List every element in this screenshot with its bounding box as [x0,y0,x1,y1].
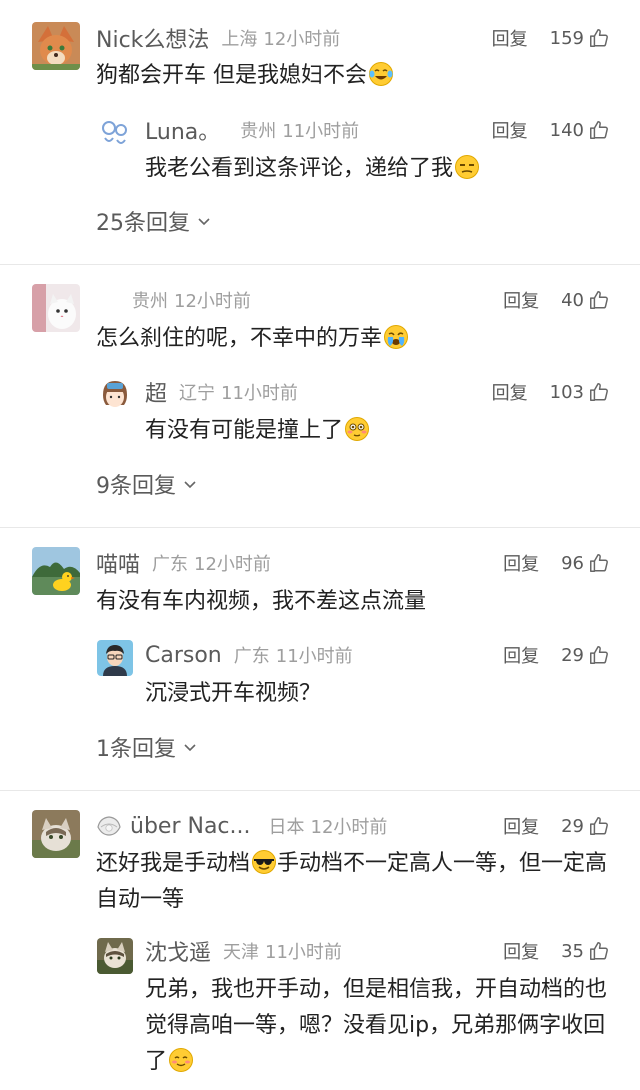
like-count: 159 [549,27,584,49]
reply-button[interactable]: 回复 [503,550,539,576]
location: 广东 [233,646,270,667]
reply-text: 我老公看到这条评论，递给了我 [145,151,610,187]
comment-text: 狗都会开车 但是我媳妇不会 [96,58,610,94]
reply-actions: 回复 140 [492,112,610,148]
timestamp: 11小时前 [265,942,342,963]
avatar[interactable] [32,547,80,595]
thread-divider [0,527,640,528]
timestamp: 11小时前 [275,646,353,667]
like-count: 29 [561,644,584,666]
sunglasses-face-emoji [251,849,277,875]
more-replies-label: 9条回复 [96,474,176,499]
reply-meta: Luna。 贵州 11小时前 [145,112,359,148]
like-count: 40 [561,289,584,311]
crying-face-emoji [383,324,409,350]
timestamp: 11小时前 [282,121,360,142]
avatar[interactable] [97,640,133,676]
reply-meta: 沈戈遥 天津 11小时前 [145,933,342,969]
comment-text: 还好我是手动档 手动档不一定高人一等，但一定高自动一等 [96,849,608,912]
thumbs-up-icon[interactable] [588,644,610,666]
flushed-face-emoji [344,416,370,442]
reply-text: 沉浸式开车视频？ [145,681,322,706]
reply-button[interactable]: 回复 [503,813,539,839]
avatar[interactable] [97,938,133,974]
timestamp: 12小时前 [263,29,341,50]
comment-actions: 回复 29 [503,808,610,844]
comment-meta: 贵州 12小时前 [96,282,251,318]
reply-actions: 回复 29 [503,637,610,673]
expand-replies-link[interactable]: 1条回复 [96,729,198,765]
shy-smile-emoji [168,1047,194,1073]
comment-meta: 喵喵 广东 12小时前 [96,545,271,581]
more-replies-label: 1条回复 [96,737,176,762]
comment-actions: 回复 159 [492,20,610,56]
comment-meta: über Nac... 日本 12小时前 [96,808,387,844]
comment-actions: 回复 40 [503,282,610,318]
avatar[interactable] [97,377,133,413]
reply-text: 兄弟，我也开手动，但是相信我，开自动档的也觉得高咱一等，嗯？没看见ip，兄弟那俩… [145,977,608,1074]
username[interactable]: 沈戈遥 [145,935,211,967]
thumbs-up-icon[interactable] [588,552,610,574]
location: 上海 [221,29,258,50]
username[interactable]: 超 [145,376,167,408]
thread-divider [0,790,640,791]
avatar[interactable] [32,22,80,70]
expand-replies-link[interactable]: 9条回复 [96,466,198,502]
oyster-icon [96,815,122,837]
thumbs-up-icon[interactable] [588,381,610,403]
username[interactable]: Luna。 [145,114,220,146]
reply-meta: Carson 广东 11小时前 [145,637,353,673]
location: 日本 [268,817,305,838]
timestamp: 11小时前 [221,383,298,404]
like-count: 140 [549,119,584,141]
comment-text: 有没有车内视频，我不差这点流量 [96,589,427,614]
thumbs-up-icon[interactable] [588,119,610,141]
chevron-down-icon [196,213,212,229]
thumbs-up-icon[interactable] [588,940,610,962]
more-replies-label: 25条回复 [96,211,190,236]
comment-actions: 回复 96 [503,545,610,581]
username[interactable]: über Nac... [130,814,251,839]
unamused-face-emoji [454,154,480,180]
timestamp: 12小时前 [310,817,388,838]
location: 天津 [223,942,260,963]
location: 贵州 [132,291,168,312]
location: 贵州 [240,121,277,142]
avatar[interactable] [32,810,80,858]
reply-button[interactable]: 回复 [503,938,539,964]
like-count: 29 [561,815,584,837]
tears-of-joy-emoji [368,61,394,87]
reply-meta: 超 辽宁 11小时前 [145,374,298,410]
reply-actions: 回复 103 [492,374,610,410]
reply-button[interactable]: 回复 [503,287,539,313]
reply-button[interactable]: 回复 [503,642,539,668]
reply-button[interactable]: 回复 [492,25,528,51]
reply-button[interactable]: 回复 [492,379,528,405]
like-count: 96 [561,552,584,574]
thumbs-up-icon[interactable] [588,815,610,837]
like-count: 103 [549,381,584,403]
thumbs-up-icon[interactable] [588,27,610,49]
thread-divider [0,264,640,265]
location: 辽宁 [179,383,216,404]
expand-replies-link[interactable]: 25条回复 [96,203,212,239]
location: 广东 [152,554,189,575]
username[interactable]: 喵喵 [96,547,140,579]
avatar[interactable] [97,116,133,152]
thumbs-up-icon[interactable] [588,289,610,311]
timestamp: 12小时前 [174,291,251,312]
username[interactable]: Carson [145,643,222,668]
username[interactable]: Nick么想法 [96,22,209,54]
like-count: 35 [561,940,584,962]
reply-button[interactable]: 回复 [492,117,528,143]
reply-actions: 回复 35 [503,933,610,969]
chevron-down-icon [182,739,198,755]
timestamp: 12小时前 [194,554,271,575]
avatar[interactable] [32,284,80,332]
comment-text: 怎么刹住的呢，不幸中的万幸 [96,321,610,357]
comment-meta: Nick么想法 上海 12小时前 [96,20,340,56]
reply-text: 有没有可能是撞上了 [145,413,610,449]
chevron-down-icon [182,476,198,492]
